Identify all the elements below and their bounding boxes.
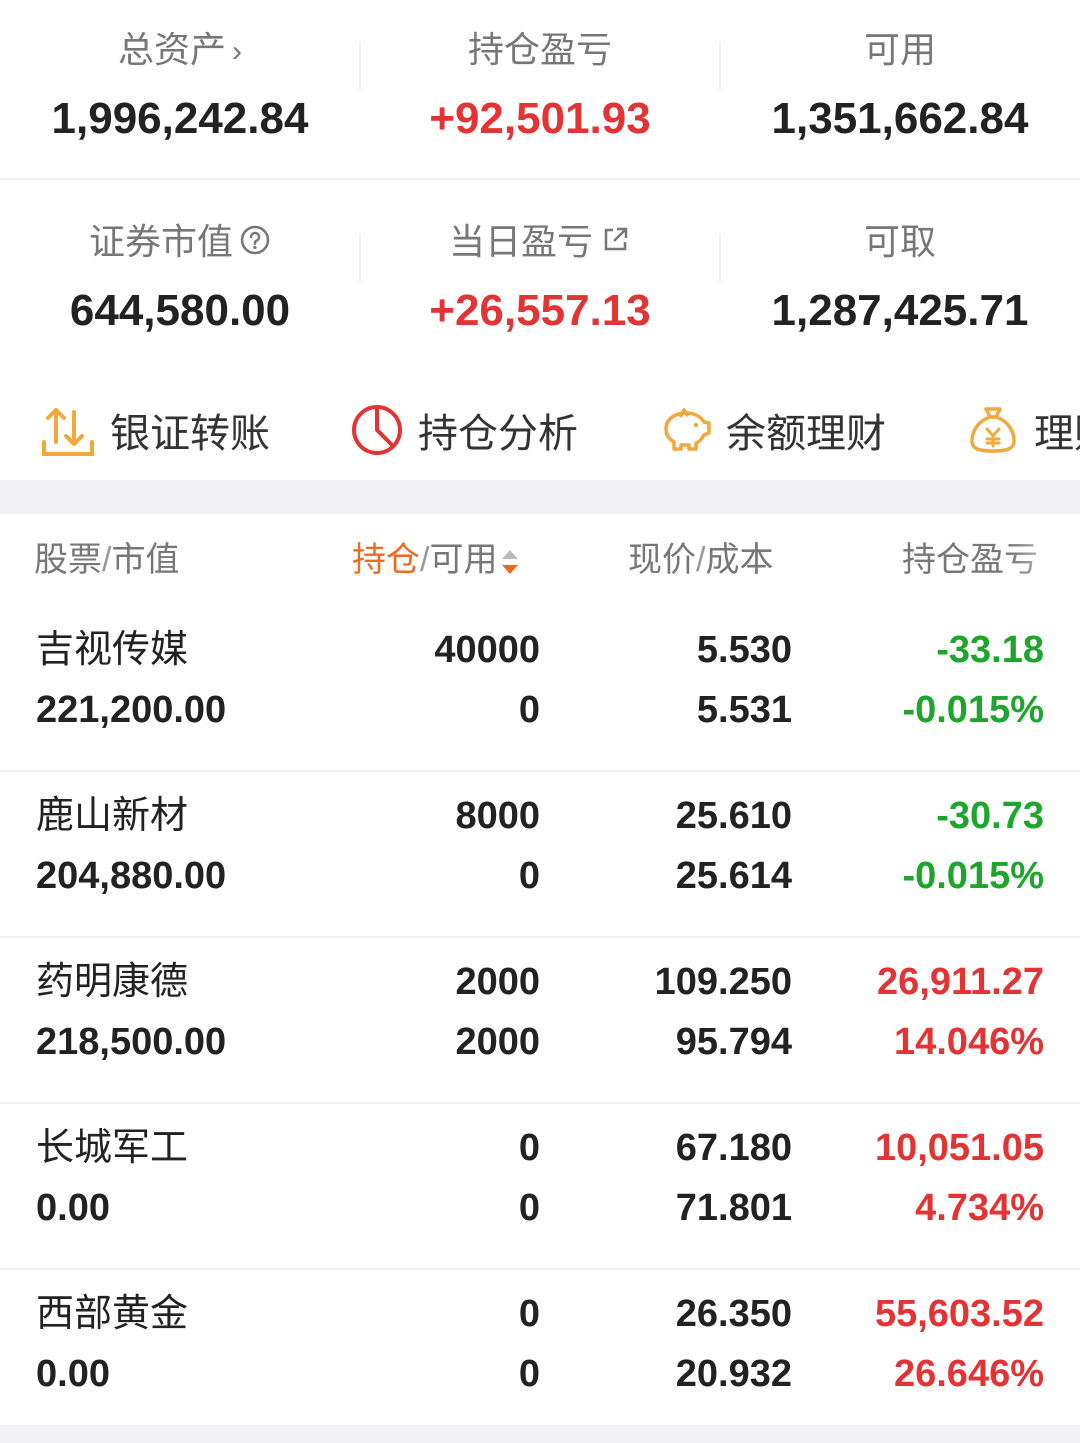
available-funds: 可用 1,351,662.84 (720, 18, 1080, 158)
quick-action-label: 余额理财 (726, 412, 886, 456)
sort-icon (502, 550, 519, 575)
daily-pl[interactable]: 当日盈亏 +26,557.13 (360, 210, 720, 350)
position-pl-pct: 4.734% (915, 1187, 1044, 1229)
stock-name: 药明康德 (36, 961, 189, 1003)
pie-chart-icon (352, 405, 402, 455)
market-value: 0.00 (36, 1187, 110, 1229)
header-price[interactable]: 现价/成本 (628, 540, 773, 580)
position-pl: 26,911.27 (877, 961, 1044, 1003)
table-row[interactable]: 长城军工 0.00 0 0 67.180 71.801 10,051.05 4.734% (0, 1104, 1080, 1270)
header-position-label: 持仓 (352, 541, 420, 579)
available-funds-label: 可用 (863, 29, 936, 70)
table-body: 吉视传媒 221,200.00 40000 0 5.530 5.531 -33.18 -0.0… (0, 606, 1080, 1436)
summary-row-2: 证券市值 644,580.00 当日盈亏 +26,557.13 可取 1,287… (0, 210, 1080, 350)
total-assets[interactable]: 总资产 › 1,996,242.84 (0, 18, 360, 158)
position-pl: -30.73 (936, 795, 1044, 837)
position: 8000 (455, 795, 540, 837)
available-qty: 0 (518, 1353, 540, 1395)
available-qty: 0 (518, 689, 540, 731)
summary-divider (0, 178, 1080, 180)
position-pl-pct: -0.015% (902, 689, 1044, 731)
holdings-table: 股票/市值 持仓/可用 现价/成本 持仓盈亏 吉视传媒 221,200.00 400… (0, 514, 1080, 1436)
cost-price: 95.794 (675, 1021, 792, 1063)
total-assets-label: 总资产 (117, 29, 226, 70)
securities-value-value: 644,580.00 (69, 286, 291, 335)
cost-price: 25.614 (675, 855, 792, 897)
stock-name: 鹿山新材 (36, 795, 189, 837)
quick-action-balance-wealth[interactable]: 余额理财 (658, 380, 886, 480)
help-icon[interactable] (239, 222, 271, 266)
cost-price: 71.801 (675, 1187, 792, 1229)
available-qty: 0 (518, 855, 540, 897)
current-price: 5.530 (696, 629, 792, 671)
position-pl-pct: 14.046% (893, 1021, 1044, 1063)
header-market-value-label: 市值 (111, 541, 180, 579)
position: 0 (518, 1127, 540, 1169)
stock-name: 吉视传媒 (36, 629, 189, 671)
bottom-gap (0, 1425, 1080, 1443)
section-gap (0, 480, 1080, 514)
summary-row-1: 总资产 › 1,996,242.84 持仓盈亏 +92,501.93 可用 1,3… (0, 18, 1080, 158)
stock-name: 西部黄金 (36, 1293, 189, 1335)
securities-value: 证券市值 644,580.00 (0, 210, 360, 350)
quick-action-label: 理财 (1034, 412, 1080, 456)
withdrawable-value: 1,287,425.71 (771, 286, 1029, 335)
quick-action-position-analysis[interactable]: 持仓分析 (350, 380, 578, 480)
position-pl: -33.18 (936, 629, 1044, 671)
market-value: 204,880.00 (36, 855, 227, 897)
quick-actions: 银证转账 持仓分析 余额理财 理财 (0, 380, 1080, 480)
quick-action-label: 持仓分析 (418, 412, 578, 456)
daily-pl-label: 当日盈亏 (448, 221, 593, 262)
position-pl: 55,603.52 (874, 1293, 1044, 1335)
withdrawable: 可取 1,287,425.71 (720, 210, 1080, 350)
current-price: 26.350 (675, 1293, 792, 1335)
position-pl-pct: -0.015% (902, 855, 1044, 897)
available-qty: 2000 (455, 1021, 540, 1063)
available-funds-value: 1,351,662.84 (771, 94, 1029, 143)
position: 2000 (455, 961, 540, 1003)
position-pl: 持仓盈亏 +92,501.93 (360, 18, 720, 158)
header-stock: 股票/市值 (34, 541, 180, 579)
header-price-label: 现价 (628, 541, 696, 579)
available-qty: 0 (518, 1187, 540, 1229)
quick-action-label: 银证转账 (110, 412, 270, 456)
money-bag-icon (970, 407, 1016, 453)
cost-price: 20.932 (675, 1353, 792, 1395)
securities-value-label: 证券市值 (88, 221, 233, 262)
header-available-label: 可用 (429, 541, 498, 579)
table-row[interactable]: 鹿山新材 204,880.00 8000 0 25.610 25.614 -30.73 -0.… (0, 772, 1080, 938)
market-value: 218,500.00 (36, 1021, 227, 1063)
position-pl: 10,051.05 (874, 1127, 1044, 1169)
transfer-icon (42, 408, 94, 456)
header-position-sort[interactable]: 持仓/可用 (352, 540, 521, 580)
position-pl-pct: 26.646% (893, 1353, 1044, 1395)
quick-action-wealth[interactable]: 理财 (966, 380, 1080, 480)
header-stock-label: 股票 (34, 541, 102, 579)
quick-action-bank-transfer[interactable]: 银证转账 (40, 380, 270, 480)
total-assets-value: 1,996,242.84 (51, 94, 309, 143)
position: 40000 (434, 629, 540, 671)
piggy-bank-icon (664, 408, 711, 451)
position-pl-value: +92,501.93 (429, 94, 651, 143)
table-row[interactable]: 吉视传媒 221,200.00 40000 0 5.530 5.531 -33.18 -0.0… (0, 606, 1080, 772)
withdrawable-label: 可取 (863, 221, 936, 262)
position-pl-label: 持仓盈亏 (467, 29, 612, 70)
table-row[interactable]: 药明康德 218,500.00 2000 2000 109.250 95.794 26,91… (0, 938, 1080, 1104)
stock-name: 长城军工 (36, 1127, 189, 1169)
header-cost-label: 成本 (705, 541, 774, 579)
current-price: 109.250 (654, 961, 792, 1003)
external-link-icon[interactable] (599, 222, 631, 266)
table-row[interactable]: 西部黄金 0.00 0 0 26.350 20.932 55,603.52 26.646% (0, 1270, 1080, 1436)
scroll-fade (1010, 524, 1080, 594)
daily-pl-value: +26,557.13 (429, 286, 651, 335)
current-price: 67.180 (675, 1127, 792, 1169)
table-header: 股票/市值 持仓/可用 现价/成本 持仓盈亏 (0, 514, 1080, 606)
market-value: 0.00 (36, 1353, 110, 1395)
chevron-right-icon: › (232, 35, 242, 69)
cost-price: 5.531 (696, 689, 792, 731)
market-value: 221,200.00 (36, 689, 227, 731)
current-price: 25.610 (675, 795, 792, 837)
position: 0 (518, 1293, 540, 1335)
